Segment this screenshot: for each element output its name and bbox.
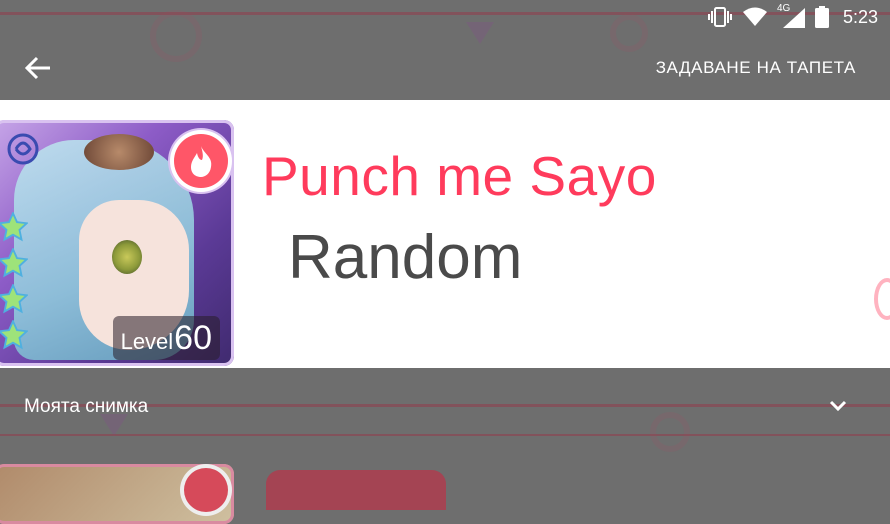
status-bar: 4G 5:23 [0,0,890,34]
fire-attribute-icon [174,134,228,188]
star-icon [0,248,28,278]
decorative-ring [874,278,890,320]
level-label: Level [120,329,174,354]
preview-title: Punch me Sayo [262,145,657,207]
next-title-preview [266,470,446,510]
wifi-icon [742,7,767,26]
star-icon [0,320,28,350]
chevron-down-icon [829,400,847,412]
back-button[interactable] [18,48,58,88]
battery-icon [814,6,829,28]
photo-source-dropdown[interactable]: Моята снимка [0,370,890,442]
wallpaper-preview: Level 60 Punch me Sayo Random [0,100,890,368]
next-card-preview [0,464,234,524]
arrow-back-icon [25,56,50,80]
level-badge: Level 60 [112,316,220,360]
level-value: 60 [174,319,212,357]
cellular-signal-icon [782,8,805,28]
vibrate-icon [707,7,732,27]
fire-attribute-icon [184,468,228,512]
rarity-stars [0,212,28,350]
character-card: Level 60 [0,120,234,366]
preview-subtitle: Random [288,223,523,292]
character-eye [112,240,142,274]
star-icon [0,212,28,242]
status-time: 5:23 [842,6,878,27]
app-bar: ЗАДАВАНЕ НА ТАПЕТА [0,34,890,100]
rose-icon [7,133,39,165]
set-wallpaper-button[interactable]: ЗАДАВАНЕ НА ТАПЕТА [656,58,856,78]
photo-source-label: Моята снимка [24,396,149,417]
star-icon [0,284,28,314]
